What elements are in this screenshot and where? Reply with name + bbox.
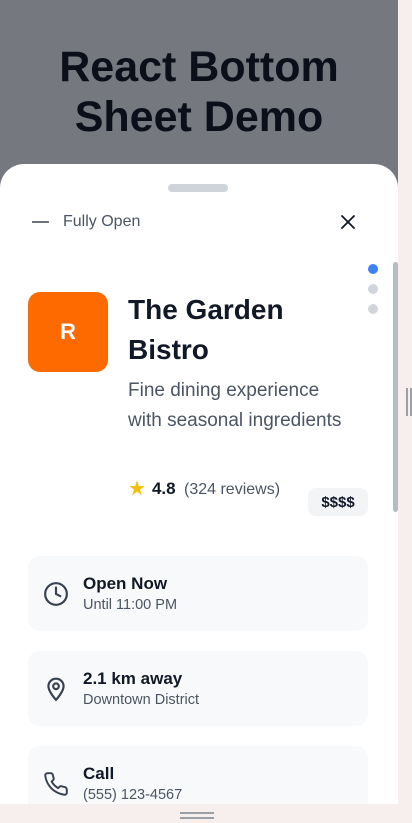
- sheet-state-label: Fully Open: [63, 213, 141, 230]
- page-title: React Bottom Sheet Demo: [59, 43, 339, 141]
- sheet-drag-handle[interactable]: [168, 184, 228, 192]
- rating-value: 4.8: [151, 478, 176, 498]
- hours-title: Open Now: [83, 574, 168, 593]
- phone-icon: [44, 772, 68, 796]
- distance-subtitle: Downtown District: [83, 692, 200, 708]
- call-title: Call: [83, 764, 115, 783]
- minus-icon: [32, 221, 49, 223]
- bottom-resize-handle[interactable]: [180, 812, 214, 819]
- snap-point-indicator: [368, 264, 378, 324]
- hours-card[interactable]: Open Now Until 11:00 PM: [28, 556, 368, 631]
- snap-dot-full[interactable]: [368, 264, 378, 274]
- restaurant-description: Fine dining experience with seasonal ing…: [128, 380, 342, 431]
- location-pin-icon: [47, 677, 65, 702]
- sheet-state-indicator: Fully Open: [32, 212, 140, 232]
- rating: ★ 4.8: [128, 476, 182, 501]
- call-subtitle: (555) 123-4567: [83, 787, 183, 803]
- scrollbar[interactable]: [393, 262, 398, 512]
- bottom-sheet: Fully Open R The Garden Bistro Fine dini…: [0, 164, 398, 823]
- close-button[interactable]: [334, 210, 362, 234]
- snap-dot-half[interactable]: [368, 284, 378, 294]
- star-icon: ★: [128, 478, 146, 500]
- hours-subtitle: Until 11:00 PM: [83, 597, 178, 613]
- review-count: (324 reviews): [184, 481, 281, 498]
- clock-icon: [44, 582, 68, 606]
- side-resize-handle[interactable]: [406, 388, 412, 416]
- restaurant-name: The Garden Bistro: [128, 294, 284, 365]
- price-badge: $$$$: [308, 488, 368, 516]
- snap-dot-collapsed[interactable]: [368, 304, 378, 314]
- distance-title: 2.1 km away: [83, 669, 183, 688]
- restaurant-avatar: R: [28, 292, 108, 372]
- close-icon: [341, 215, 355, 229]
- distance-card[interactable]: 2.1 km away Downtown District: [28, 651, 368, 726]
